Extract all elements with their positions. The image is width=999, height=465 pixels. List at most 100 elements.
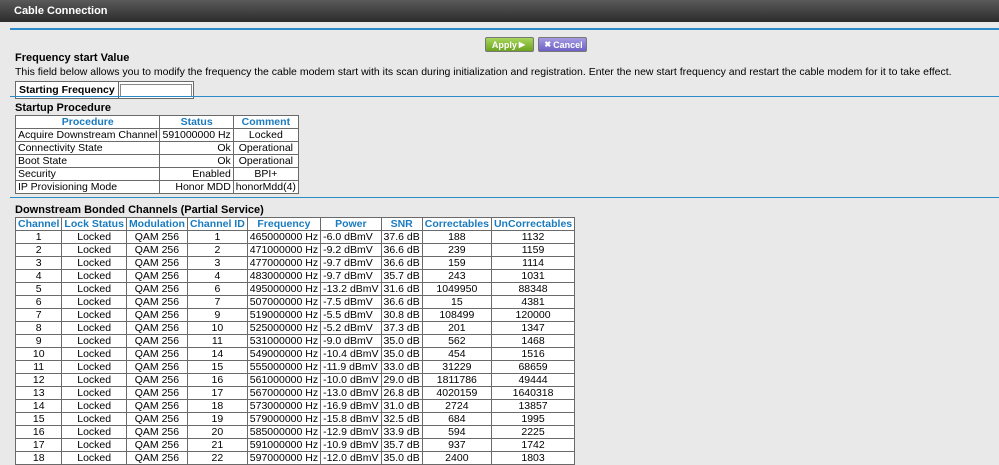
table-cell: QAM 256 xyxy=(125,425,188,439)
window-title: Cable Connection xyxy=(0,0,999,22)
section-divider xyxy=(10,96,999,97)
table-cell: 1468 xyxy=(490,334,576,348)
table-cell: -7.5 dBmV xyxy=(320,295,382,309)
table-cell: -9.7 dBmV xyxy=(320,256,382,270)
table-cell: 68659 xyxy=(490,360,576,374)
table-cell: -5.5 dBmV xyxy=(320,308,382,322)
startup-section: Startup Procedure Procedure Status Comment… xyxy=(14,102,299,194)
table-cell: 15 xyxy=(186,360,248,374)
table-cell: -16.9 dBmV xyxy=(320,399,382,413)
table-cell: 2724 xyxy=(421,399,492,413)
table-cell: -13.2 dBmV xyxy=(320,282,382,296)
table-cell: 2225 xyxy=(490,425,576,439)
column-header: Lock Status xyxy=(61,217,127,231)
table-cell: 120000 xyxy=(490,308,576,322)
table-cell: 7 xyxy=(186,295,248,309)
table-cell: Locked xyxy=(232,128,299,142)
column-header: Channel xyxy=(14,217,63,231)
column-header: Correctables xyxy=(421,217,492,231)
table-cell: QAM 256 xyxy=(125,269,188,283)
table-header-row: Procedure Status Comment xyxy=(14,115,299,129)
table-cell: Locked xyxy=(61,386,127,400)
table-row: IP Provisioning Mode Honor MDD honorMdd(4) xyxy=(14,180,299,194)
startup-table: Procedure Status Comment Acquire Downstream… xyxy=(14,115,299,194)
table-cell: -6.0 dBmV xyxy=(320,230,382,244)
table-cell: 20 xyxy=(186,425,248,439)
table-cell: 454 xyxy=(421,347,492,361)
table-cell: 471000000 Hz xyxy=(246,243,322,257)
table-row: 16 Locked QAM 256 20 585000000 Hz -12.9 dBmV 3… xyxy=(14,425,576,439)
table-cell: 36.6 dB xyxy=(380,243,423,257)
table-row: Connectivity State Ok Operational xyxy=(14,141,299,155)
table-cell: Locked xyxy=(61,282,127,296)
column-header: Modulation xyxy=(125,217,188,231)
table-row: 13 Locked QAM 256 17 567000000 Hz -13.0 dBmV 2… xyxy=(14,386,576,400)
table-cell: QAM 256 xyxy=(125,399,188,413)
table-row: 5 Locked QAM 256 6 495000000 Hz -13.2 dBmV 31.… xyxy=(14,282,576,296)
table-cell: 483000000 Hz xyxy=(246,269,322,283)
apply-button[interactable]: Apply ▶ xyxy=(485,37,534,52)
table-cell: BPI+ xyxy=(232,167,299,181)
table-cell: 4 xyxy=(186,269,248,283)
table-cell: QAM 256 xyxy=(125,321,188,335)
column-header: Channel ID xyxy=(186,217,248,231)
table-cell: 5 xyxy=(14,282,63,296)
table-cell: 16 xyxy=(186,373,248,387)
table-cell: 1811786 xyxy=(421,373,492,387)
table-cell: QAM 256 xyxy=(125,360,188,374)
table-cell: Ok xyxy=(159,141,234,155)
table-cell: 1640318 xyxy=(490,386,576,400)
table-cell: Locked xyxy=(61,451,127,465)
table-cell: 88348 xyxy=(490,282,576,296)
table-cell: 549000000 Hz xyxy=(246,347,322,361)
action-buttons: Apply ▶ ✖ Cancel xyxy=(485,37,587,52)
table-cell: -9.2 dBmV xyxy=(320,243,382,257)
table-cell: 30.8 dB xyxy=(380,308,423,322)
table-cell: 35.7 dB xyxy=(380,438,423,452)
table-cell: Locked xyxy=(61,256,127,270)
table-cell: QAM 256 xyxy=(125,386,188,400)
table-cell: 4020159 xyxy=(421,386,492,400)
table-cell: -10.9 dBmV xyxy=(320,438,382,452)
table-cell: 188 xyxy=(421,230,492,244)
cancel-button[interactable]: ✖ Cancel xyxy=(538,37,587,52)
table-cell: 35.0 dB xyxy=(380,451,423,465)
table-cell: Locked xyxy=(61,308,127,322)
table-cell: Security xyxy=(14,167,161,181)
table-row: 4 Locked QAM 256 4 483000000 Hz -9.7 dBmV 35.7… xyxy=(14,269,576,283)
table-cell: QAM 256 xyxy=(125,451,188,465)
table-cell: 12 xyxy=(14,373,63,387)
apply-label: Apply xyxy=(491,39,517,50)
table-cell: 33.9 dB xyxy=(380,425,423,439)
column-header: Frequency xyxy=(246,217,322,231)
column-header: UnCorrectables xyxy=(490,217,576,231)
table-cell: 9 xyxy=(14,334,63,348)
table-cell: 11 xyxy=(186,334,248,348)
table-cell: 35.0 dB xyxy=(380,347,423,361)
table-cell: QAM 256 xyxy=(125,243,188,257)
table-cell: Locked xyxy=(61,347,127,361)
table-cell: 49444 xyxy=(490,373,576,387)
table-cell: Locked xyxy=(61,438,127,452)
table-cell: 1159 xyxy=(490,243,576,257)
table-cell: QAM 256 xyxy=(125,308,188,322)
table-cell: 1 xyxy=(186,230,248,244)
table-cell: 18 xyxy=(186,399,248,413)
frequency-section: Frequency start Value This field below a… xyxy=(15,52,952,99)
table-cell: QAM 256 xyxy=(125,256,188,270)
table-cell: 19 xyxy=(186,412,248,426)
starting-frequency-input[interactable] xyxy=(119,83,192,97)
table-cell: 26.8 dB xyxy=(380,386,423,400)
table-cell: honorMdd(4) xyxy=(232,180,299,194)
table-cell: 573000000 Hz xyxy=(246,399,322,413)
table-cell: Ok xyxy=(159,154,234,168)
top-divider xyxy=(10,28,999,30)
table-cell: Locked xyxy=(61,373,127,387)
table-cell: 15 xyxy=(421,295,492,309)
table-cell: 243 xyxy=(421,269,492,283)
table-cell: 33.0 dB xyxy=(380,360,423,374)
table-row: 10 Locked QAM 256 14 549000000 Hz -10.4 dBmV 3… xyxy=(14,347,576,361)
table-cell: 201 xyxy=(421,321,492,335)
table-cell: Locked xyxy=(61,230,127,244)
column-header: SNR xyxy=(380,217,423,231)
